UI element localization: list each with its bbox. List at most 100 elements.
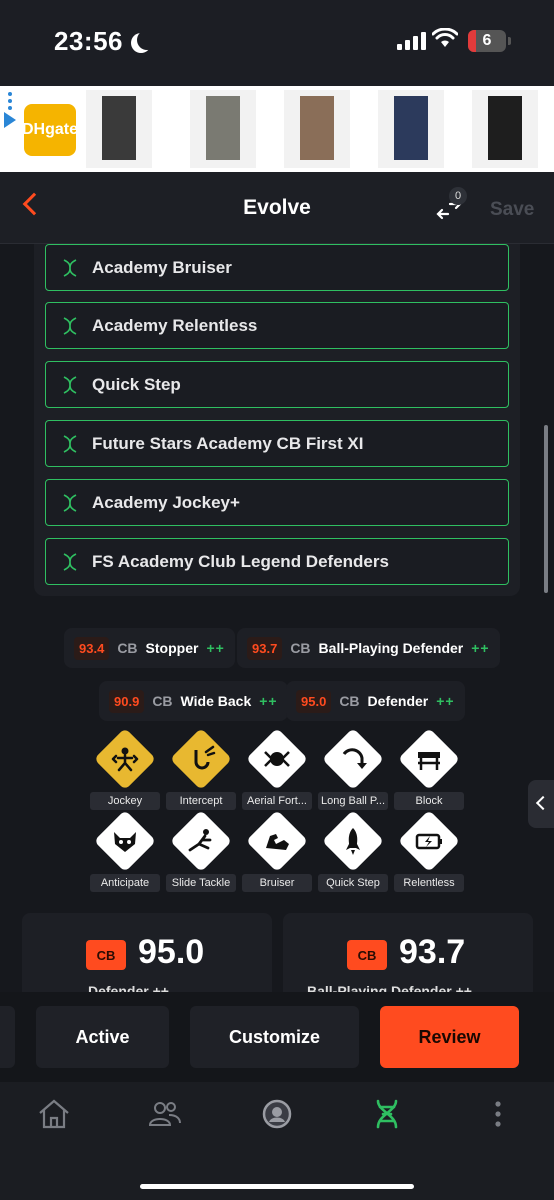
role-name: Ball-Playing Defender	[318, 640, 464, 656]
evolution-item-label: Future Stars Academy CB First XI	[92, 433, 364, 453]
evolution-item-label: FS Academy Club Legend Defenders	[92, 551, 389, 571]
playstyle-label: Block	[394, 792, 464, 810]
evolution-item-label: Academy Jockey+	[92, 492, 240, 512]
anticipate-icon	[94, 810, 156, 872]
card-rating: 93.7	[399, 933, 466, 971]
evolution-item[interactable]: Future Stars Academy CB First XI	[45, 420, 509, 467]
active-button[interactable]: Active	[36, 1006, 169, 1068]
clock: 23:56	[54, 26, 149, 57]
playstyle-label: Long Ball P...	[318, 792, 388, 810]
ad-product-image[interactable]	[190, 90, 256, 168]
role-score: 90.9	[109, 689, 145, 713]
role-chip-defender[interactable]: 95.0 CB Defender ++	[286, 681, 465, 721]
evolution-item[interactable]: Quick Step	[45, 361, 509, 408]
role-rating-card[interactable]: CB 93.7 Ball-Playing Defender ++	[283, 913, 533, 1003]
role-name: Stopper	[145, 640, 199, 656]
playstyle-quick-step[interactable]: Quick Step	[318, 810, 388, 892]
playstyle-anticipate[interactable]: Anticipate	[90, 810, 160, 892]
review-button[interactable]: Review	[380, 1006, 519, 1068]
dna-icon	[63, 552, 77, 571]
playstyle-aerial-fortress[interactable]: Aerial Fort...	[242, 728, 312, 810]
card-position-badge: CB	[86, 940, 126, 970]
role-position: CB	[290, 640, 311, 656]
playstyle-bruiser[interactable]: Bruiser	[242, 810, 312, 892]
playstyle-label: Intercept	[166, 792, 236, 810]
evolution-item-label: Academy Relentless	[92, 315, 258, 335]
cellular-signal-icon	[397, 32, 426, 50]
playstyle-intercept[interactable]: Intercept	[166, 728, 236, 810]
playstyle-jockey[interactable]: Jockey	[90, 728, 160, 810]
scrollbar[interactable]	[544, 425, 548, 593]
battery-level: 6	[482, 32, 492, 49]
time-text: 23:56	[54, 26, 123, 56]
role-name: Defender	[367, 693, 429, 709]
ad-product-image[interactable]	[284, 90, 350, 168]
playstyle-label: Quick Step	[318, 874, 388, 892]
role-score: 93.4	[74, 636, 110, 660]
ad-choices-icon[interactable]	[4, 112, 16, 128]
role-chip-ball-playing-defender[interactable]: 93.7 CB Ball-Playing Defender ++	[237, 628, 500, 668]
home-icon[interactable]	[34, 1094, 74, 1134]
role-name: Wide Back	[180, 693, 252, 709]
dna-icon	[63, 375, 77, 394]
role-chip-wide-back[interactable]: 90.9 CB Wide Back ++	[99, 681, 288, 721]
evolution-item[interactable]: Academy Jockey+	[45, 479, 509, 526]
battery-icon: 6	[468, 30, 511, 52]
dna-icon	[63, 258, 77, 277]
save-button[interactable]: Save	[490, 199, 534, 221]
role-score: 95.0	[296, 689, 332, 713]
page-title: Evolve	[243, 196, 311, 219]
ad-product-image[interactable]	[378, 90, 444, 168]
aerial-fortress-icon	[246, 728, 308, 790]
evolution-item[interactable]: Academy Bruiser	[45, 244, 509, 291]
bruiser-icon	[246, 810, 308, 872]
ad-banner[interactable]: DHgate	[0, 86, 554, 172]
role-position: CB	[339, 693, 360, 709]
playstyle-long-ball-pass[interactable]: Long Ball P...	[318, 728, 388, 810]
role-score: 93.7	[247, 636, 283, 660]
dna-icon	[63, 493, 77, 512]
relentless-icon	[398, 810, 460, 872]
evolution-item[interactable]: Academy Relentless	[45, 302, 509, 349]
jockey-icon	[94, 728, 156, 790]
dna-icon	[63, 434, 77, 453]
ad-options-icon[interactable]	[8, 92, 12, 110]
more-icon[interactable]	[478, 1094, 518, 1134]
bottom-nav	[0, 1082, 554, 1200]
ad-logo[interactable]: DHgate	[22, 104, 78, 156]
customize-button[interactable]: Customize	[190, 1006, 359, 1068]
role-plus: ++	[259, 693, 278, 709]
evolution-item[interactable]: FS Academy Club Legend Defenders	[45, 538, 509, 585]
role-plus: ++	[206, 640, 225, 656]
page-header: Evolve Save	[0, 172, 554, 244]
status-bar: 23:56 6	[0, 0, 554, 86]
evolution-item-label: Academy Bruiser	[92, 257, 232, 277]
playstyle-label: Jockey	[90, 792, 160, 810]
ad-product-image[interactable]	[472, 90, 538, 168]
quick-step-icon	[322, 810, 384, 872]
playstyle-label: Bruiser	[242, 874, 312, 892]
role-position: CB	[152, 693, 173, 709]
playstyle-relentless[interactable]: Relentless	[394, 810, 464, 892]
previous-tab-button[interactable]	[0, 1006, 15, 1068]
playstyle-slide-tackle[interactable]: Slide Tackle	[166, 810, 236, 892]
ad-product-image[interactable]	[86, 90, 152, 168]
compare-count-badge: 0	[449, 187, 467, 205]
squad-icon[interactable]	[145, 1094, 185, 1134]
card-rating: 95.0	[138, 933, 205, 971]
side-panel-toggle[interactable]	[528, 780, 554, 828]
slide-tackle-icon	[170, 810, 232, 872]
evolutions-icon[interactable]	[367, 1094, 407, 1134]
playstyle-label: Aerial Fort...	[242, 792, 312, 810]
role-rating-card[interactable]: CB 95.0 Defender ++	[22, 913, 272, 1003]
intercept-icon	[170, 728, 232, 790]
evolution-list[interactable]: Academy Bruiser Academy Relentless Quick…	[34, 244, 520, 596]
role-plus: ++	[436, 693, 455, 709]
playstyle-label: Slide Tackle	[166, 874, 236, 892]
playstyle-block[interactable]: Block	[394, 728, 464, 810]
playstyle-label: Relentless	[394, 874, 464, 892]
club-icon[interactable]	[257, 1094, 297, 1134]
card-position-badge: CB	[347, 940, 387, 970]
role-chip-stopper[interactable]: 93.4 CB Stopper ++	[64, 628, 235, 668]
wifi-icon	[432, 28, 458, 47]
